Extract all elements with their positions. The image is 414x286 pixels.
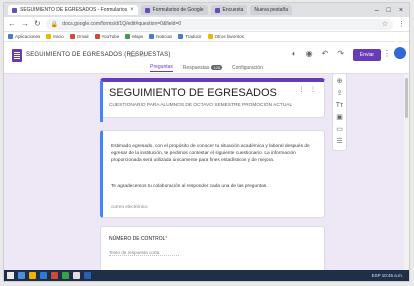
app-icon[interactable] xyxy=(62,272,69,279)
drag-handle-icon[interactable]: ⋮ ⋮ xyxy=(298,86,318,93)
forms-header: SEGUIMIENTO DE EGRESADOS (RESPUESTAS) ▭ … xyxy=(4,42,409,74)
bookmark-item[interactable]: Noticias xyxy=(149,34,172,39)
form-subtitle[interactable]: CUESTIONARIO PARA ALUMNOS DE OCTAVO SEME… xyxy=(109,103,292,108)
active-card-indicator xyxy=(100,81,103,122)
avatar[interactable] xyxy=(394,47,406,59)
bookmark-star-icon[interactable]: ☆ xyxy=(382,20,388,28)
scrollbar-thumb[interactable] xyxy=(405,78,408,118)
apps-icon xyxy=(8,34,13,39)
forms-favicon-icon xyxy=(144,7,150,13)
palette-icon[interactable]: ◐ xyxy=(292,49,297,58)
bookmark-item[interactable]: Inicio xyxy=(46,34,64,39)
bookmarks-bar: Aplicaciones Inicio Gmail YouTube Maps N… xyxy=(4,32,409,42)
document-title[interactable]: SEGUIMIENTO DE EGRESADOS (RESPUESTAS) xyxy=(26,52,171,58)
chrome-icon[interactable] xyxy=(73,272,80,279)
forms-logo-icon[interactable] xyxy=(12,49,22,62)
forms-favicon-icon xyxy=(12,7,17,13)
description-paragraph: Estimado egresado, con el propósito de c… xyxy=(111,144,310,163)
add-section-icon[interactable]: ☰ xyxy=(336,138,342,146)
bookmark-item[interactable]: Aplicaciones xyxy=(8,34,40,39)
bookmark-item[interactable]: YouTube xyxy=(94,34,119,39)
browser-tab-label: Encuesta xyxy=(222,7,244,13)
translate-icon xyxy=(178,34,184,39)
folder-icon xyxy=(207,34,213,39)
url-field[interactable]: 🔒 docs.google.com/forms/d/1Q/edit#questi… xyxy=(45,18,393,30)
toolbar-icons: ◐ ◉ ↶ ↷ xyxy=(292,49,344,58)
browser-tab-label: SEGUIMIENTO DE EGRESADOS - Formularios xyxy=(20,7,128,13)
browser-tab[interactable]: Encuesta xyxy=(210,5,248,15)
form-title[interactable]: SEGUIMIENTO DE EGRESADOS xyxy=(109,87,277,99)
responses-count-badge: 128 xyxy=(211,65,223,70)
search-icon[interactable] xyxy=(18,272,25,279)
question-title: NÚMERO DE CONTROL* xyxy=(109,236,168,242)
send-button[interactable]: Enviar xyxy=(353,49,381,61)
back-icon[interactable]: ← xyxy=(8,20,16,28)
close-tab-icon[interactable]: × xyxy=(130,7,134,13)
vertical-scrollbar[interactable] xyxy=(404,74,409,272)
tab-responses[interactable]: Respuestas 128 xyxy=(183,64,223,72)
preview-eye-icon[interactable]: ◉ xyxy=(306,49,313,58)
short-answer-field: Texto de respuesta corta xyxy=(109,250,179,256)
email-note: correo electrónico xyxy=(111,204,148,209)
gmail-icon xyxy=(69,34,75,39)
star-icon[interactable]: ☆ xyxy=(139,50,146,59)
browser-tab-label: Formularios de Google xyxy=(152,7,204,13)
folder-icon[interactable]: ▭ xyxy=(129,50,137,59)
redo-icon[interactable]: ↷ xyxy=(337,49,344,58)
import-questions-icon[interactable]: ⇪ xyxy=(337,90,343,98)
taskbar: ESP 10:45 a.m. xyxy=(4,270,409,281)
form-title-card[interactable]: SEGUIMIENTO DE EGRESADOS CUESTIONARIO PA… xyxy=(100,78,325,122)
tab-settings[interactable]: Configuración xyxy=(232,64,263,72)
tab-questions[interactable]: Preguntas xyxy=(150,64,173,72)
file-explorer-icon[interactable] xyxy=(29,272,36,279)
close-window-icon[interactable]: × xyxy=(399,7,403,14)
lock-icon: 🔒 xyxy=(50,21,59,28)
description-paragraph: Te agradecemos tu colaboración al respon… xyxy=(111,184,268,189)
bookmark-item[interactable]: Otros favoritos xyxy=(207,34,244,39)
forms-favicon-icon xyxy=(214,7,220,13)
more-options-icon[interactable]: ⋮ xyxy=(383,49,391,58)
address-bar-row: ← → ↻ 🔒 docs.google.com/forms/d/1Q/edit#… xyxy=(4,17,409,32)
floating-toolbar: ⊕ ⇪ Tт ▣ ▭ ☰ xyxy=(332,73,347,151)
bookmark-item[interactable]: Maps xyxy=(125,34,143,39)
maximize-icon[interactable]: □ xyxy=(387,7,391,14)
browser-tab-label: Nueva pestaña xyxy=(254,7,289,13)
required-mark: * xyxy=(165,236,168,242)
forward-icon[interactable]: → xyxy=(21,20,29,28)
app-icon[interactable] xyxy=(51,272,58,279)
question-card[interactable]: NÚMERO DE CONTROL* Texto de respuesta co… xyxy=(100,226,325,272)
screen: SEGUIMIENTO DE EGRESADOS - Formularios ×… xyxy=(3,2,410,282)
add-title-icon[interactable]: Tт xyxy=(336,102,343,110)
extensions-icon[interactable]: ⋮ xyxy=(398,20,405,28)
add-question-icon[interactable]: ⊕ xyxy=(337,78,343,86)
minimize-icon[interactable]: – xyxy=(375,7,379,14)
system-tray: ESP 10:45 a.m. xyxy=(371,273,403,278)
add-video-icon[interactable]: ▭ xyxy=(336,126,343,134)
maps-icon xyxy=(125,34,131,39)
bookmark-item[interactable]: Traducir xyxy=(178,34,202,39)
forms-tabs: Preguntas Respuestas 128 Configuración xyxy=(4,64,409,72)
form-canvas: SEGUIMIENTO DE EGRESADOS CUESTIONARIO PA… xyxy=(4,74,409,272)
bookmark-icon xyxy=(46,34,52,39)
news-icon xyxy=(149,34,155,39)
window-controls: – □ × xyxy=(375,7,409,14)
youtube-icon xyxy=(94,34,100,39)
edge-icon[interactable] xyxy=(40,272,47,279)
browser-tab-strip: SEGUIMIENTO DE EGRESADOS - Formularios ×… xyxy=(4,3,409,17)
reload-icon[interactable]: ↻ xyxy=(34,20,41,28)
undo-icon[interactable]: ↶ xyxy=(322,49,329,58)
windows-start-icon[interactable] xyxy=(7,272,14,279)
browser-tab-active[interactable]: SEGUIMIENTO DE EGRESADOS - Formularios × xyxy=(8,5,138,15)
browser-tab[interactable]: Formularios de Google xyxy=(140,5,208,15)
description-card[interactable]: Estimado egresado, con el propósito de c… xyxy=(100,130,325,218)
bookmark-item[interactable]: Gmail xyxy=(69,34,89,39)
browser-tab[interactable]: Nueva pestaña xyxy=(250,5,293,15)
url-text: docs.google.com/forms/d/1Q/edit#question… xyxy=(62,21,182,27)
add-image-icon[interactable]: ▣ xyxy=(336,114,343,122)
word-icon[interactable] xyxy=(84,272,91,279)
